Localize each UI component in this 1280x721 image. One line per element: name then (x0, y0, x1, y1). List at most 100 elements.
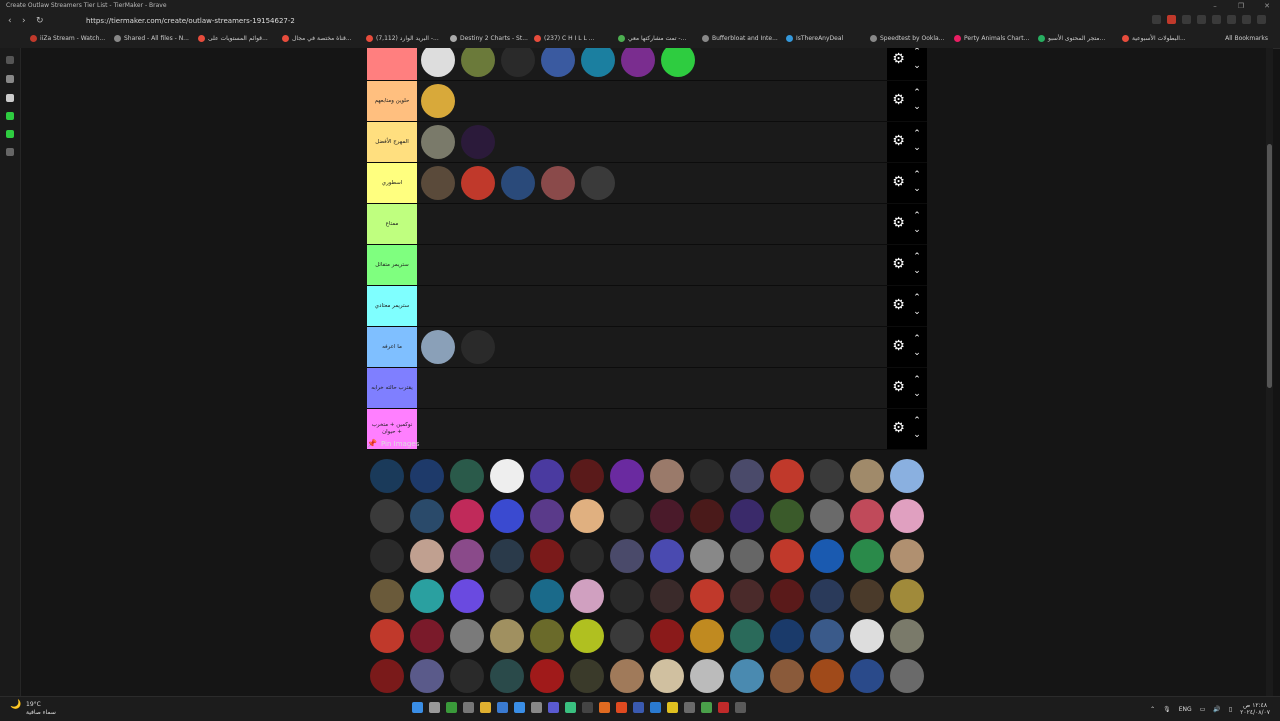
chevron-down-icon[interactable]: ⌄ (911, 307, 923, 317)
app-icon[interactable] (531, 702, 542, 713)
chevron-down-icon[interactable]: ⌄ (911, 430, 923, 440)
streamer-avatar[interactable] (458, 327, 498, 367)
pool-avatar[interactable] (607, 616, 647, 656)
pool-avatar[interactable] (567, 576, 607, 616)
pool-avatar[interactable] (647, 656, 687, 696)
pool-avatar[interactable] (447, 576, 487, 616)
pool-avatar[interactable] (367, 496, 407, 536)
clock[interactable]: ١٢:٤٨ ص ٢٠٢٤/٠٨/٠٧ (1240, 702, 1270, 716)
pool-avatar[interactable] (727, 576, 767, 616)
streamer-avatar[interactable] (498, 163, 538, 203)
reload-icon[interactable]: ↻ (36, 15, 44, 27)
store-icon[interactable] (497, 702, 508, 713)
pool-avatar[interactable] (407, 536, 447, 576)
gear-icon[interactable]: ⚙ (891, 380, 906, 395)
volume-icon[interactable]: 🔊 (1213, 706, 1220, 713)
pool-avatar[interactable] (767, 656, 807, 696)
tier-label[interactable]: ممتاع (367, 204, 417, 244)
vscode-icon[interactable] (650, 702, 661, 713)
app2-icon[interactable] (565, 702, 576, 713)
pool-avatar[interactable] (687, 496, 727, 536)
network-icon[interactable]: ▭ (1200, 706, 1206, 713)
streamer-avatar[interactable] (658, 48, 698, 80)
streamer-avatar[interactable] (618, 48, 658, 80)
pool-avatar[interactable] (367, 616, 407, 656)
close-button[interactable]: ✕ (1254, 0, 1280, 12)
gear-icon[interactable]: ⚙ (891, 175, 906, 190)
chevron-up-icon[interactable]: ⌃ (911, 252, 923, 262)
chevron-down-icon[interactable]: ⌄ (911, 225, 923, 235)
pool-avatar[interactable] (487, 576, 527, 616)
pool-avatar[interactable] (527, 456, 567, 496)
chevron-down-icon[interactable]: ⌄ (911, 184, 923, 194)
pool-avatar[interactable] (407, 496, 447, 536)
gear-icon[interactable]: ⚙ (891, 93, 906, 108)
start-icon[interactable] (412, 702, 423, 713)
maximize-button[interactable]: ❐ (1228, 0, 1254, 12)
steam-icon[interactable] (735, 702, 746, 713)
pool-avatar[interactable] (847, 456, 887, 496)
pool-avatar[interactable] (567, 616, 607, 656)
tier-label[interactable]: حلوين ومتابعهم (367, 81, 417, 121)
bookmark-item[interactable]: (7,112) البريد الوارد -... (366, 35, 439, 42)
bookmark-item[interactable]: Shared - All files - N... (114, 35, 189, 42)
back-icon[interactable]: ‹ (8, 15, 12, 27)
tier-label[interactable]: يقترب حالته خرابه (367, 368, 417, 408)
chevron-up-icon[interactable]: ⌃ (911, 88, 923, 98)
search-icon[interactable] (429, 702, 440, 713)
streamer-avatar[interactable] (418, 122, 458, 162)
streamer-avatar[interactable] (418, 327, 458, 367)
battery-icon[interactable]: ▯ (1229, 706, 1232, 713)
pool-avatar[interactable] (687, 616, 727, 656)
xbox-icon[interactable] (446, 702, 457, 713)
chevron-down-icon[interactable]: ⌄ (911, 348, 923, 358)
tier-label[interactable]: ستريمر معتادي (367, 286, 417, 326)
pool-avatar[interactable] (447, 656, 487, 696)
pool-avatar[interactable] (727, 456, 767, 496)
bookmark-item[interactable]: IsThereAnyDeal (786, 35, 843, 42)
weather-widget[interactable]: 19°C سماء صافية (26, 701, 56, 717)
pool-avatar[interactable] (487, 536, 527, 576)
bookmark-item[interactable]: Speedtest by Ookla... (870, 35, 944, 42)
pool-avatar[interactable] (367, 456, 407, 496)
tier-label[interactable]: المهرج الأفضل (367, 122, 417, 162)
streamer-avatar[interactable] (418, 163, 458, 203)
pool-avatar[interactable] (807, 496, 847, 536)
pool-avatar[interactable] (847, 656, 887, 696)
bookmark-item[interactable]: قوائم المستويات على... (198, 35, 268, 42)
pool-avatar[interactable] (807, 656, 847, 696)
pool-avatar[interactable] (767, 616, 807, 656)
pool-avatar[interactable] (407, 616, 447, 656)
wallet-icon[interactable] (1227, 15, 1236, 24)
chevron-up-icon[interactable]: ⌃ (911, 170, 923, 180)
app5-icon[interactable] (633, 702, 644, 713)
pool-avatar[interactable] (487, 456, 527, 496)
pool-avatar[interactable] (487, 656, 527, 696)
pool-avatar[interactable] (367, 656, 407, 696)
kick-alt-icon[interactable] (6, 130, 14, 138)
pool-avatar[interactable] (687, 656, 727, 696)
pool-avatar[interactable] (407, 576, 447, 616)
forward-icon[interactable]: › (22, 15, 26, 27)
pool-avatar[interactable] (567, 656, 607, 696)
app9-icon[interactable] (718, 702, 729, 713)
pool-avatar[interactable] (407, 456, 447, 496)
pool-avatar[interactable] (887, 656, 927, 696)
streamer-avatar[interactable] (418, 81, 458, 121)
app7-icon[interactable] (684, 702, 695, 713)
pool-avatar[interactable] (567, 496, 607, 536)
pool-avatar[interactable] (767, 456, 807, 496)
pool-avatar[interactable] (887, 576, 927, 616)
pool-avatar[interactable] (527, 616, 567, 656)
streamer-avatar[interactable] (578, 48, 618, 80)
gear-icon[interactable]: ⚙ (891, 257, 906, 272)
vpn-icon[interactable] (1242, 15, 1251, 24)
pool-avatar[interactable] (687, 536, 727, 576)
rewards-icon[interactable] (1182, 15, 1191, 24)
sidebar-panel-icon[interactable] (6, 56, 14, 64)
pool-avatar[interactable] (727, 496, 767, 536)
tier-label[interactable]: ما اعرفه (367, 327, 417, 367)
pool-avatar[interactable] (527, 576, 567, 616)
pool-avatar[interactable] (887, 536, 927, 576)
chevron-down-icon[interactable]: ⌄ (911, 389, 923, 399)
